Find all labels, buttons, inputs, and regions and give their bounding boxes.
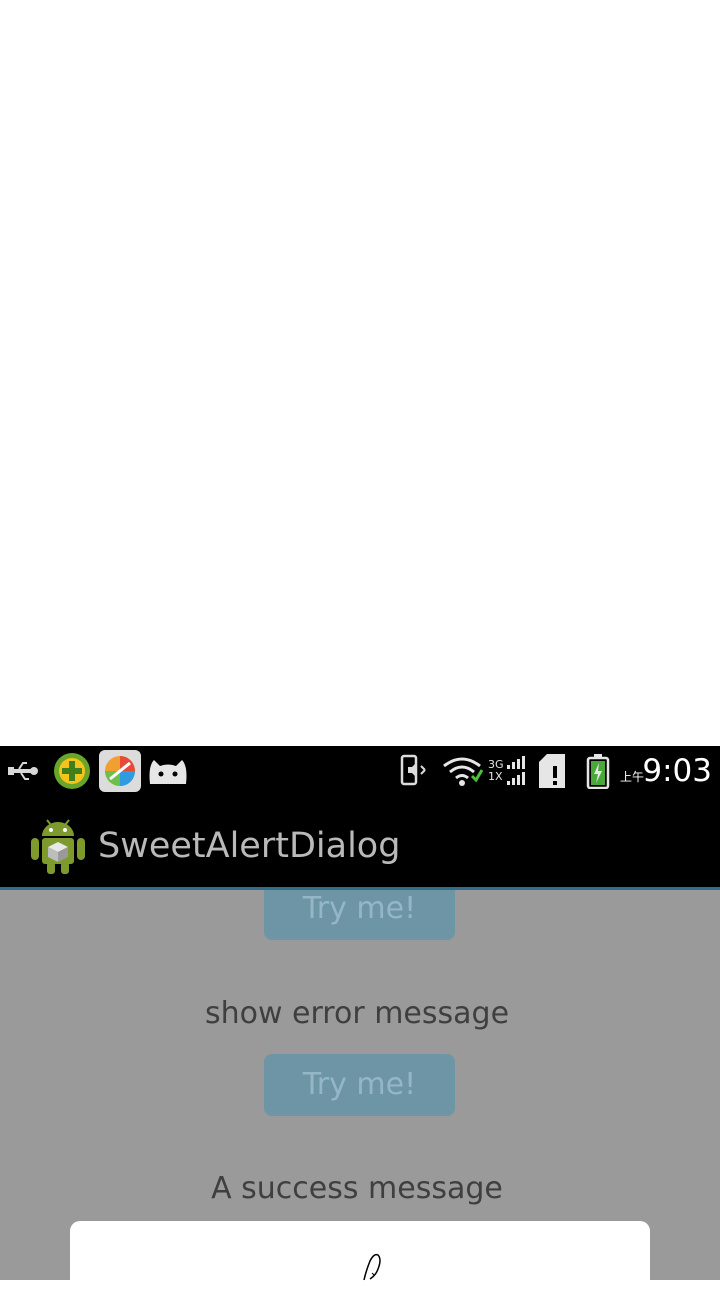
wifi-icon [442, 746, 484, 796]
try-me-button-top[interactable]: Try me! [264, 890, 455, 940]
am-pm-indicator: 上午 [620, 770, 645, 784]
success-check-icon [358, 1251, 388, 1281]
app-title: SweetAlertDialog [98, 826, 401, 866]
alert-dialog [70, 1221, 650, 1301]
blank-top-area [0, 0, 720, 746]
success-message-label: A success message [211, 1171, 503, 1206]
battery-charging-icon [584, 746, 612, 796]
status-bar: 3G 1X [0, 746, 720, 796]
try-me-button-error[interactable]: Try me! [264, 1054, 455, 1116]
cat-face-icon [146, 746, 190, 796]
vibrate-icon [398, 746, 432, 796]
signal-icon: 3G 1X [488, 746, 530, 796]
android-app-icon[interactable] [28, 810, 88, 876]
sim-alert-icon [536, 746, 568, 796]
show-error-label: show error message [204, 996, 510, 1031]
network-type-bottom: 1X [488, 770, 503, 783]
usb-icon [6, 746, 42, 796]
status-time: 9:03 [642, 753, 712, 789]
app-store-icon [97, 746, 143, 796]
shield-plus-icon [52, 746, 92, 796]
